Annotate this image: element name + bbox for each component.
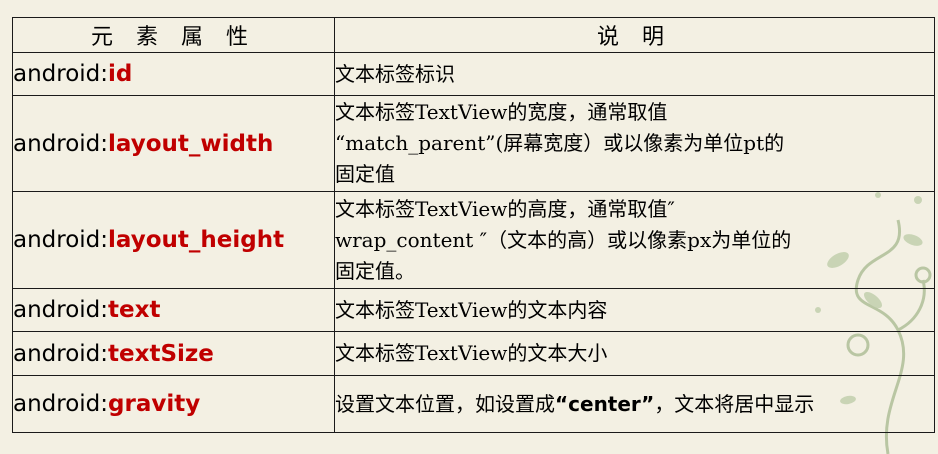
attribute-cell: android:id — [12, 52, 335, 96]
description-cell: 设置文本位置，如设置成“center”，文本将居中显示 — [334, 375, 935, 433]
attribute-name: layout_width — [108, 130, 274, 157]
description-text: ，文本将居中显示 — [654, 391, 815, 416]
attribute-prefix: android: — [13, 61, 109, 87]
table-row: android:text 文本标签TextView的文本内容 — [12, 288, 935, 332]
header-attribute: 元 素 属 性 — [12, 17, 335, 53]
attribute-prefix: android: — [13, 297, 109, 323]
table-row: android:layout_height 文本标签TextView的高度，通常… — [12, 191, 935, 289]
attribute-prefix: android: — [13, 130, 109, 157]
description-line: 文本标签TextView的文本内容 — [335, 297, 608, 322]
description-cell: 文本标签TextView的宽度，通常取值 “match_parent”(屏幕宽度… — [334, 95, 935, 192]
description-text: 设置文本位置，如设置成 — [335, 391, 555, 416]
header-description: 说 明 — [334, 17, 935, 53]
attribute-prefix: android: — [13, 227, 109, 253]
attribute-prefix: android: — [13, 391, 109, 417]
attribute-name: id — [108, 61, 133, 87]
description-cell: 文本标签TextView的高度，通常取值″ wrap_content ″（文本的… — [334, 191, 935, 289]
description-line: 设置文本位置，如设置成“center”，文本将居中显示 — [335, 389, 934, 420]
description-line: 文本标签TextView的文本大小 — [335, 341, 608, 365]
attribute-prefix: android: — [13, 340, 109, 367]
description-line: 文本标签TextView的宽度，通常取值 — [335, 100, 668, 124]
attribute-name: text — [108, 297, 161, 323]
attribute-cell: android:layout_height — [12, 191, 335, 289]
attribute-cell: android:textSize — [12, 331, 335, 376]
attribute-name: gravity — [108, 391, 201, 417]
description-line: 文本标签TextView的高度，通常取值″ — [335, 196, 675, 221]
attribute-cell: android:text — [12, 288, 335, 332]
description-line: 文本标签标识 — [335, 61, 455, 86]
table-row: android:gravity 设置文本位置，如设置成“center”，文本将居… — [12, 375, 935, 433]
description-line: 固定值 — [335, 162, 395, 186]
table-row: android:layout_width 文本标签TextView的宽度，通常取… — [12, 95, 935, 192]
table-header-row: 元 素 属 性 说 明 — [12, 17, 935, 53]
description-cell: 文本标签标识 — [334, 52, 935, 96]
attribute-name: layout_height — [108, 227, 285, 253]
attribute-cell: android:gravity — [12, 375, 335, 433]
attribute-cell: android:layout_width — [12, 95, 335, 192]
description-line: 固定值。 — [335, 258, 415, 283]
description-cell: 文本标签TextView的文本内容 — [334, 288, 935, 332]
description-cell: 文本标签TextView的文本大小 — [334, 331, 935, 376]
description-line: “match_parent”(屏幕宽度）或以像素为单位pt的 — [335, 131, 785, 155]
attribute-table: 元 素 属 性 说 明 android:id 文本标签标识 android:la… — [12, 17, 935, 433]
table-row: android:textSize 文本标签TextView的文本大小 — [12, 331, 935, 376]
description-line: wrap_content ″（文本的高）或以像素px为单位的 — [335, 227, 792, 252]
attribute-name: textSize — [108, 340, 214, 367]
description-value: “center” — [555, 391, 655, 416]
table-row: android:id 文本标签标识 — [12, 52, 935, 96]
